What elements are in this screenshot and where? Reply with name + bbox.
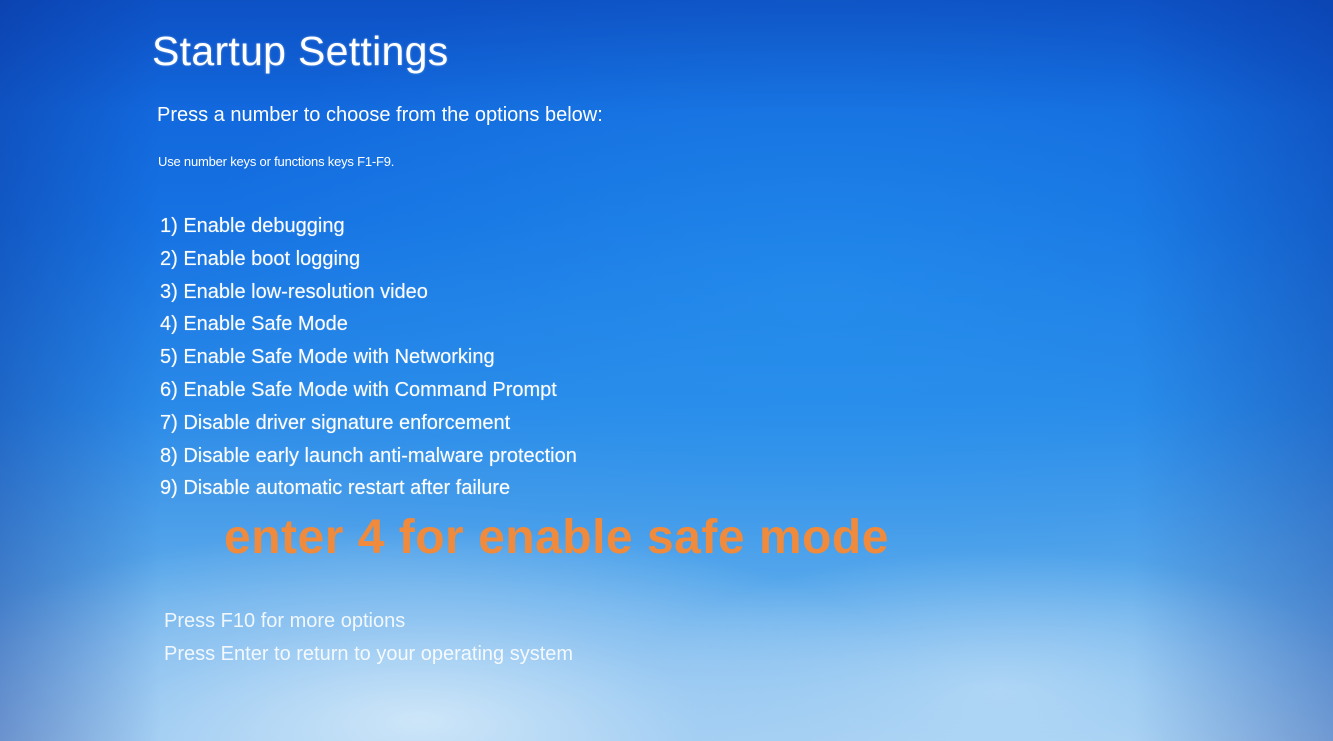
- option-enable-safe-mode-networking[interactable]: 5) Enable Safe Mode with Networking: [160, 343, 577, 376]
- hint-text: Use number keys or functions keys F1-F9.: [158, 154, 395, 169]
- instruction-text: Press a number to choose from the option…: [157, 104, 603, 126]
- more-options-prompt[interactable]: Press F10 for more options: [164, 610, 405, 633]
- page-title: Startup Settings: [152, 28, 449, 74]
- startup-options-list: 1) Enable debugging 2) Enable boot loggi…: [160, 212, 577, 507]
- option-enable-debugging[interactable]: 1) Enable debugging: [160, 212, 577, 245]
- option-enable-safe-mode-command-prompt[interactable]: 6) Enable Safe Mode with Command Prompt: [160, 376, 577, 409]
- option-enable-boot-logging[interactable]: 2) Enable boot logging: [160, 245, 577, 278]
- option-enable-low-resolution-video[interactable]: 3) Enable low-resolution video: [160, 278, 577, 311]
- option-disable-early-launch-anti-malware[interactable]: 8) Disable early launch anti-malware pro…: [160, 442, 577, 475]
- return-to-os-prompt[interactable]: Press Enter to return to your operating …: [164, 643, 573, 666]
- annotation-overlay-text: enter 4 for enable safe mode: [224, 511, 889, 564]
- option-disable-driver-signature-enforcement[interactable]: 7) Disable driver signature enforcement: [160, 409, 577, 442]
- option-disable-automatic-restart[interactable]: 9) Disable automatic restart after failu…: [160, 474, 577, 507]
- option-enable-safe-mode[interactable]: 4) Enable Safe Mode: [160, 310, 577, 343]
